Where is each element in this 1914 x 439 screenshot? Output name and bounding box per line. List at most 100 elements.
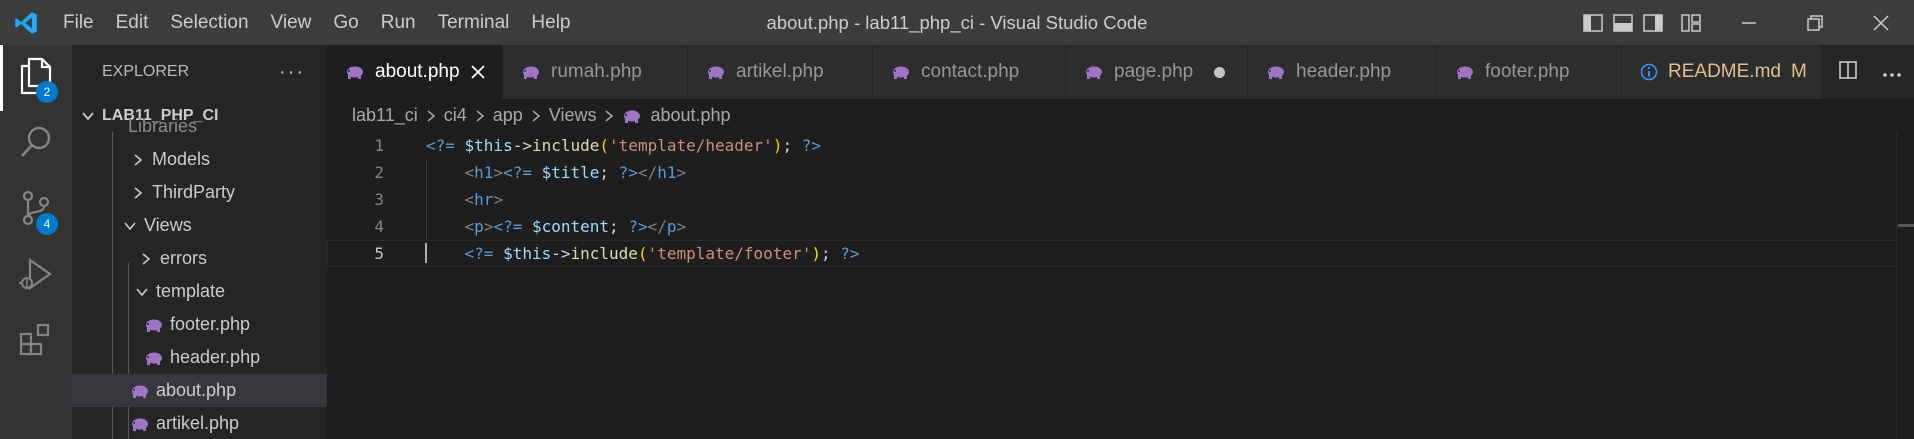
- explorer-activity[interactable]: 2: [0, 45, 72, 111]
- code-token: >: [493, 190, 504, 209]
- source-control-activity[interactable]: 4: [0, 177, 72, 243]
- title-controls: [1578, 0, 1914, 45]
- menu-help[interactable]: Help: [520, 0, 581, 45]
- code-token: <?=: [503, 163, 542, 182]
- extensions-icon: [18, 322, 54, 362]
- tree-item-artikel-php[interactable]: artikel.php: [72, 407, 327, 439]
- tree-item-template[interactable]: template: [72, 275, 327, 308]
- menu-edit[interactable]: Edit: [105, 0, 160, 45]
- tree-item-libraries[interactable]: Libraries: [72, 110, 327, 143]
- code-editor[interactable]: 1 <?= $this->include('template/header');…: [327, 132, 1914, 439]
- code-token: <?=: [493, 217, 532, 236]
- toggle-panel-icon[interactable]: [1608, 0, 1638, 45]
- code-line[interactable]: 1 <?= $this->include('template/header');…: [327, 132, 1897, 159]
- tab-artikel-php[interactable]: artikel.php: [688, 45, 873, 99]
- chevron-right-icon: [604, 109, 614, 123]
- menu-terminal[interactable]: Terminal: [427, 0, 521, 45]
- chevron-right-icon: [531, 109, 541, 123]
- restore-icon[interactable]: [1782, 0, 1848, 45]
- code-token: h1: [474, 163, 494, 182]
- tab-page-php[interactable]: page.php: [1066, 45, 1248, 99]
- php-file-icon: [345, 65, 365, 79]
- menu-view[interactable]: View: [260, 0, 323, 45]
- line-number: 3: [374, 190, 384, 209]
- more-actions-icon[interactable]: ···: [279, 61, 305, 84]
- tree-item-errors[interactable]: errors: [72, 242, 327, 275]
- tree-item-views[interactable]: Views: [72, 209, 327, 242]
- code-token: $title: [541, 163, 600, 182]
- unsaved-dot-icon[interactable]: [1214, 67, 1225, 78]
- toggle-primary-sidebar-icon[interactable]: [1578, 0, 1608, 45]
- menu-file[interactable]: File: [52, 0, 105, 45]
- chevron-right-icon: [136, 249, 156, 269]
- tab-contact-php[interactable]: contact.php: [873, 45, 1066, 99]
- run-debug-icon: [18, 256, 54, 296]
- php-file-icon: [1266, 65, 1286, 79]
- code-line[interactable]: 3 <hr>: [327, 186, 1897, 213]
- current-code-line[interactable]: 5 <?= $this->include('template/footer');…: [327, 240, 1897, 267]
- menu-go[interactable]: Go: [322, 0, 369, 45]
- code-token: ;: [782, 136, 802, 155]
- tree-item-footer-php[interactable]: footer.php: [72, 308, 327, 341]
- chevron-down-icon: [120, 216, 140, 236]
- tab-about-php[interactable]: about.php: [327, 45, 503, 99]
- modified-badge: M: [1790, 61, 1807, 82]
- code-token: $this: [464, 136, 513, 155]
- breadcrumb-item[interactable]: ci4: [444, 105, 467, 126]
- tab-label: about.php: [375, 61, 460, 82]
- tree-item-models[interactable]: Models: [72, 143, 327, 176]
- code-token: <: [464, 163, 475, 182]
- code-line[interactable]: 4 <p><?= $content; ?></p>: [327, 213, 1897, 240]
- code-token: (: [637, 244, 648, 263]
- code-token: 'template/footer': [647, 244, 812, 263]
- chevron-right-icon: [128, 183, 148, 203]
- menu-selection[interactable]: Selection: [159, 0, 259, 45]
- extensions-activity[interactable]: [0, 309, 72, 375]
- code-token: include: [570, 244, 638, 263]
- tab-header-php[interactable]: header.php: [1248, 45, 1437, 99]
- code-token: ;: [609, 217, 629, 236]
- line-number: 2: [374, 163, 384, 182]
- tree-item-about-php[interactable]: about.php: [72, 374, 327, 407]
- breadcrumb-item[interactable]: about.php: [650, 105, 730, 126]
- tab-readme-md[interactable]: README.md M: [1622, 45, 1822, 99]
- tab-rumah-php[interactable]: rumah.php: [503, 45, 688, 99]
- line-code: <hr>: [426, 190, 504, 209]
- minimize-icon[interactable]: [1716, 0, 1782, 45]
- menu-run[interactable]: Run: [370, 0, 427, 45]
- php-file-icon: [1455, 65, 1475, 79]
- tree-item-header-php[interactable]: header.php: [72, 341, 327, 374]
- php-file-icon: [144, 318, 164, 332]
- more-actions-icon[interactable]: [1882, 63, 1902, 82]
- source-control-badge: 4: [36, 213, 58, 235]
- breadcrumb-item[interactable]: Views: [549, 105, 597, 126]
- breadcrumb-item[interactable]: lab11_ci: [352, 105, 418, 126]
- tree-item-label: Libraries: [128, 116, 198, 136]
- code-token: $this: [503, 244, 552, 263]
- php-file-icon: [130, 384, 150, 398]
- explorer-title: EXPLORER: [102, 63, 190, 80]
- search-activity[interactable]: [0, 111, 72, 177]
- tree-item-thirdparty[interactable]: ThirdParty: [72, 176, 327, 209]
- code-token: ->: [551, 244, 571, 263]
- line-number: 4: [374, 217, 384, 236]
- php-file-icon: [622, 109, 642, 123]
- php-file-icon: [706, 65, 726, 79]
- tab-footer-php[interactable]: footer.php: [1437, 45, 1622, 99]
- close-tab-icon[interactable]: [468, 62, 488, 82]
- breadcrumb-item[interactable]: app: [493, 105, 523, 126]
- tab-label: footer.php: [1485, 61, 1570, 82]
- tab-label: README.md: [1668, 61, 1781, 82]
- code-line[interactable]: 2 <h1><?= $title; ?></h1>: [327, 159, 1897, 186]
- run-debug-activity[interactable]: [0, 243, 72, 309]
- close-window-icon[interactable]: [1848, 0, 1914, 45]
- editor-scrollbar[interactable]: [1896, 132, 1914, 439]
- toggle-secondary-sidebar-icon[interactable]: [1638, 0, 1668, 45]
- code-token: (: [599, 136, 610, 155]
- customize-layout-icon[interactable]: [1676, 0, 1706, 45]
- split-editor-icon[interactable]: [1838, 60, 1858, 84]
- tab-label: rumah.php: [551, 61, 642, 82]
- code-token: hr: [474, 190, 494, 209]
